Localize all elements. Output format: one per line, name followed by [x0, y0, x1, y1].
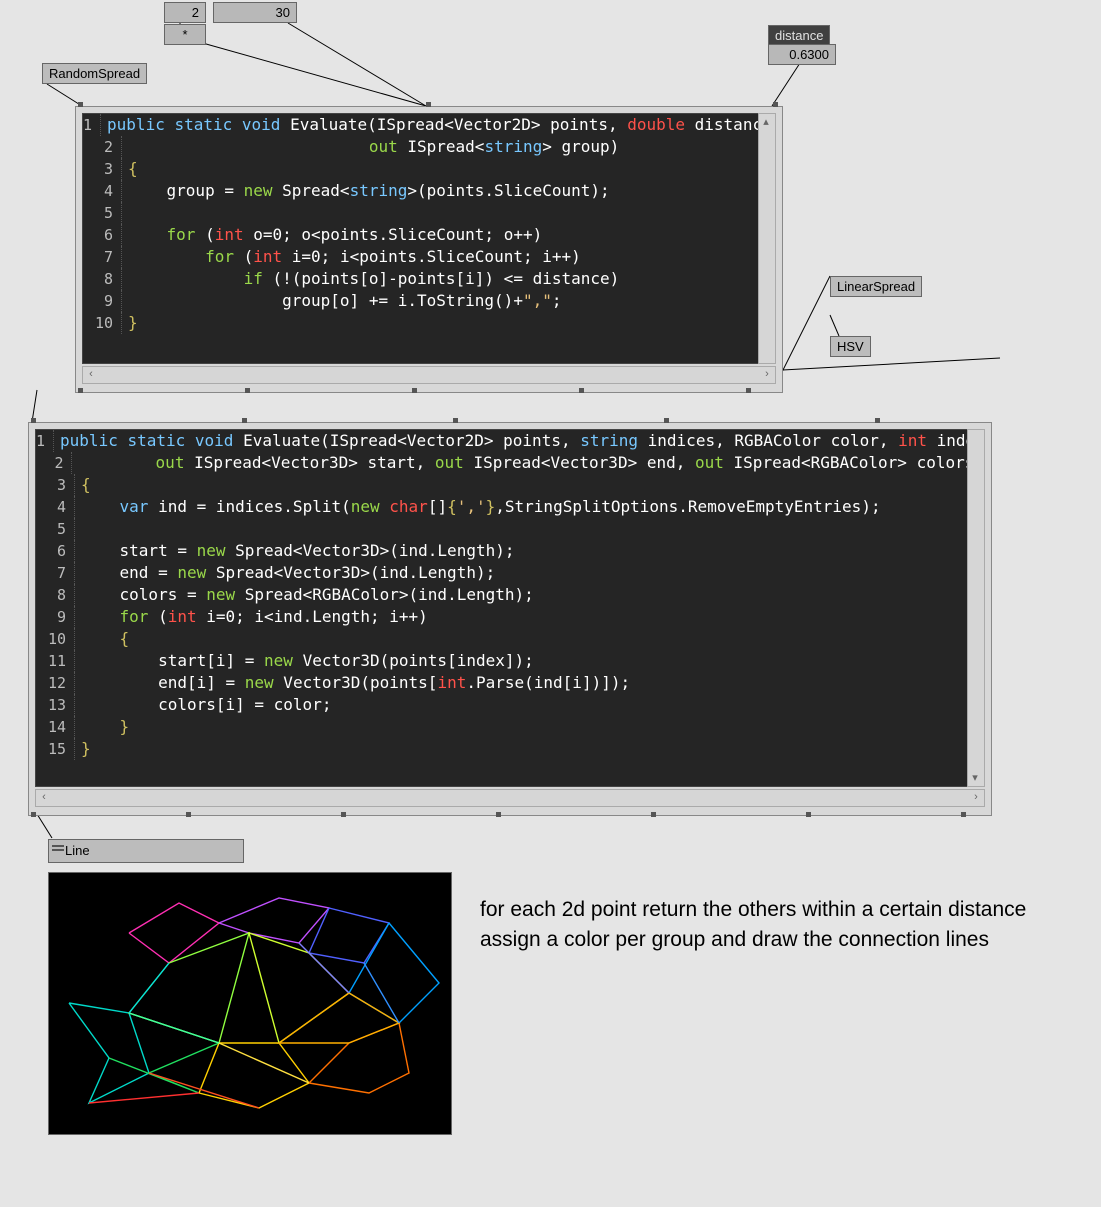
iobox-value-2[interactable]: 2 [164, 2, 206, 23]
iobox-value-30[interactable]: 30 [213, 2, 297, 23]
node-line[interactable]: Line [48, 839, 244, 863]
code2-outlets [31, 812, 987, 816]
code-editor-1[interactable]: 1public static void Evaluate(ISpread<Vec… [82, 113, 776, 364]
node-randomspread[interactable]: RandomSpread [42, 63, 147, 84]
description-text: for each 2d point return the others with… [480, 895, 1040, 955]
scrollbar-vertical[interactable]: ▴ [758, 113, 776, 364]
code1-outlets [78, 388, 778, 392]
scroll-left-icon[interactable]: ‹ [83, 367, 99, 381]
code-editor-2[interactable]: 1public static void Evaluate(ISpread<Vec… [35, 429, 985, 787]
renderer-output[interactable] [48, 872, 452, 1135]
scrollbar-horizontal[interactable]: ‹› [82, 366, 776, 384]
code1-inlets [78, 102, 778, 106]
scroll-right-icon[interactable]: › [759, 367, 775, 381]
code-node-2[interactable]: 1public static void Evaluate(ISpread<Vec… [28, 422, 992, 816]
renderer-outlets [51, 1133, 447, 1137]
menu-icon[interactable] [52, 845, 64, 855]
scroll-down-icon[interactable]: ▾ [968, 770, 982, 786]
scroll-up-icon[interactable]: ▴ [759, 114, 773, 130]
scroll-right-icon[interactable]: › [968, 790, 984, 804]
iobox-value-distance[interactable]: 0.6300 [768, 44, 836, 65]
code2-inlets [31, 418, 987, 422]
scrollbar-vertical-2[interactable]: ▾ [967, 429, 985, 787]
node-hsv[interactable]: HSV [830, 336, 871, 357]
node-linearspread[interactable]: LinearSpread [830, 276, 922, 297]
scroll-left-icon[interactable]: ‹ [36, 790, 52, 804]
line-inlets [51, 862, 241, 866]
iobox-label-distance: distance [768, 25, 830, 46]
iobox-multiply[interactable]: * [164, 24, 206, 45]
renderer-svg [49, 873, 451, 1134]
code-node-1[interactable]: 1public static void Evaluate(ISpread<Vec… [75, 106, 783, 393]
scrollbar-horizontal-2[interactable]: ‹› [35, 789, 985, 807]
